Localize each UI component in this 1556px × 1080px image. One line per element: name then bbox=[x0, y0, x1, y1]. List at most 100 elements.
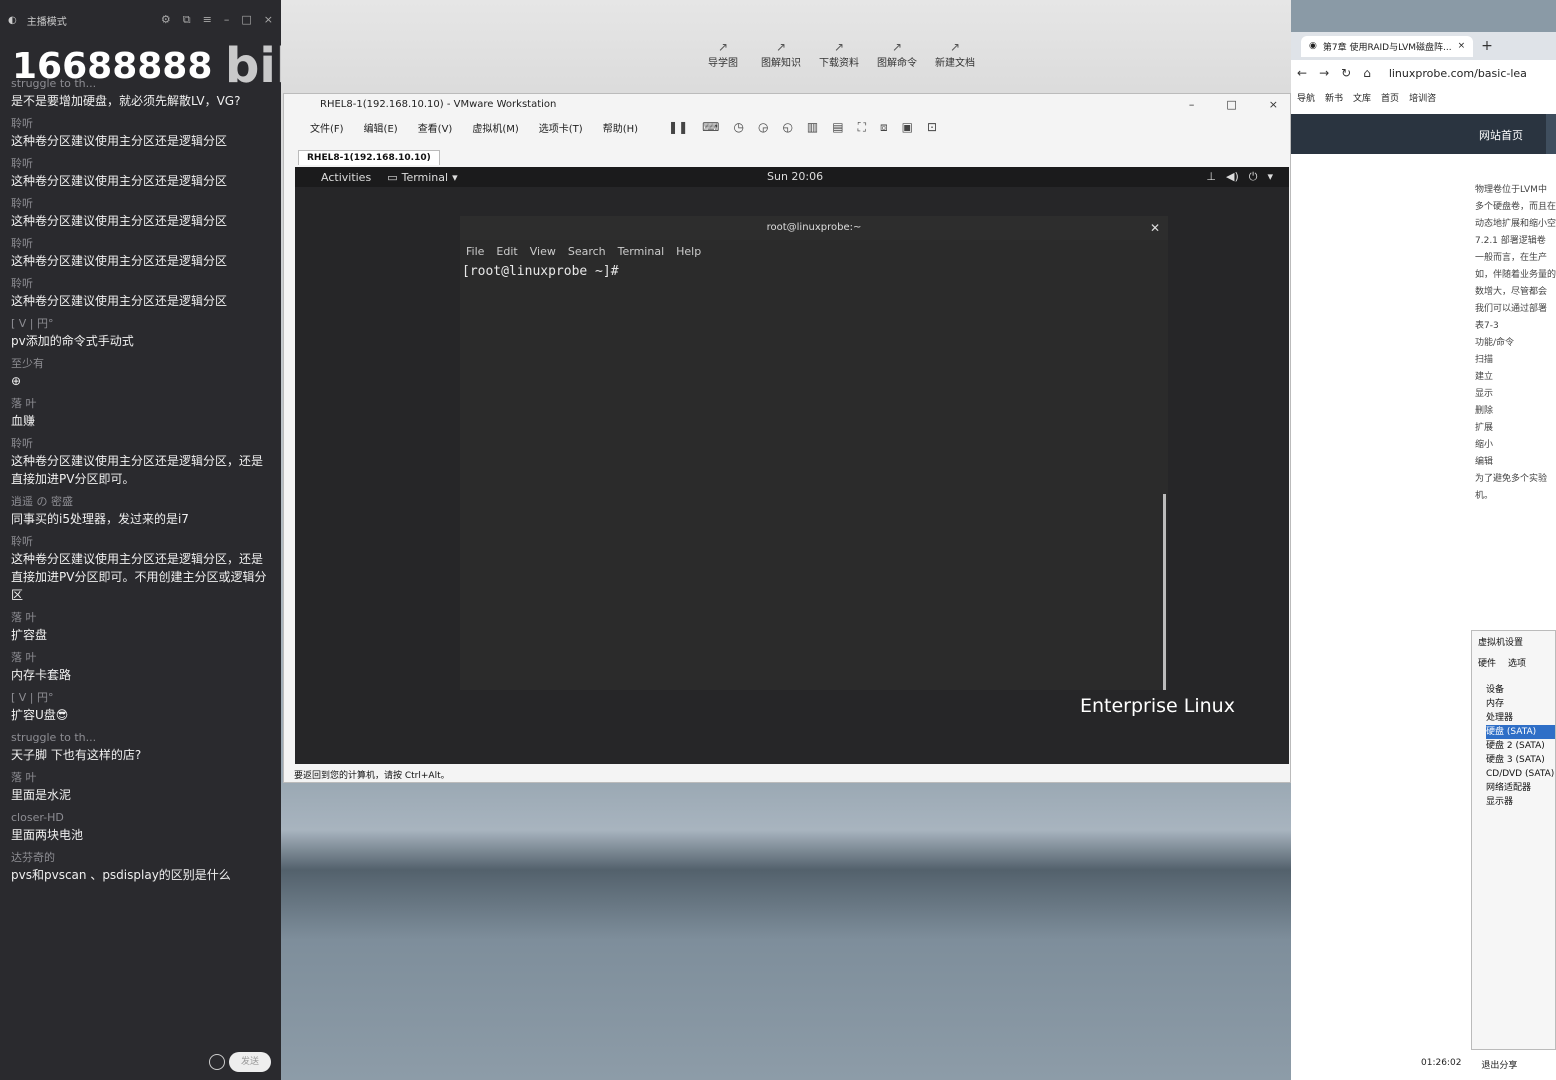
menu-edit[interactable]: 编辑(E) bbox=[364, 120, 398, 135]
chat-username[interactable]: 落 叶 bbox=[11, 770, 273, 786]
menu-tabs[interactable]: 选项卡(T) bbox=[539, 120, 583, 135]
bookmark-item[interactable]: 文库 bbox=[1353, 91, 1371, 104]
desktop-icon[interactable]: ↗ 图解命令 bbox=[875, 40, 919, 69]
snapshot-icon[interactable]: ◷ bbox=[733, 120, 743, 135]
chat-username[interactable]: struggle to th... bbox=[11, 76, 273, 92]
menu-help[interactable]: 帮助(H) bbox=[603, 120, 638, 135]
chat-username[interactable]: [ V | 円° bbox=[11, 316, 273, 332]
article-line: 表7-3 bbox=[1475, 321, 1499, 331]
device-item: CD/DVD (SATA) bbox=[1486, 769, 1555, 779]
bookmark-item[interactable]: 首页 bbox=[1381, 91, 1399, 104]
close-icon[interactable]: × bbox=[1458, 41, 1466, 51]
chat-text: 内存卡套路 bbox=[11, 668, 72, 682]
article-line: 扫描 bbox=[1475, 355, 1494, 365]
device-header: 设备 bbox=[1486, 685, 1505, 695]
address-bar[interactable]: linuxprobe.com/basic-lea bbox=[1389, 67, 1527, 80]
desktop-icon[interactable]: ↗ 新建文档 bbox=[933, 40, 977, 69]
emoji-icon[interactable] bbox=[209, 1054, 225, 1070]
menu-edit[interactable]: Edit bbox=[496, 245, 517, 258]
chat-username[interactable]: 至少有 bbox=[11, 356, 273, 372]
forward-icon[interactable]: → bbox=[1319, 66, 1329, 80]
chat-username[interactable]: 落 叶 bbox=[11, 396, 273, 412]
terminal-scrollbar[interactable] bbox=[1163, 494, 1166, 690]
thumbnail-icon[interactable]: ▤ bbox=[832, 120, 843, 135]
menu-vm[interactable]: 虚拟机(M) bbox=[472, 120, 518, 135]
chat-username[interactable]: 聆听 bbox=[11, 156, 273, 172]
restore-snapshot-icon[interactable]: ◶ bbox=[758, 120, 768, 135]
chat-text: 是不是要增加硬盘，就必须先解散LV，VG? bbox=[11, 94, 241, 108]
menu-file[interactable]: 文件(F) bbox=[310, 120, 344, 135]
library-icon[interactable]: ▥ bbox=[807, 120, 818, 135]
chat-username[interactable]: 聆听 bbox=[11, 196, 273, 212]
menu-view[interactable]: 查看(V) bbox=[418, 120, 453, 135]
minimize-icon[interactable]: – bbox=[1189, 98, 1195, 111]
chat-username[interactable]: 聆听 bbox=[11, 236, 273, 252]
chat-username[interactable]: [ V | 円° bbox=[11, 690, 273, 706]
chat-username[interactable]: 聆听 bbox=[11, 116, 273, 132]
back-icon[interactable]: ← bbox=[1297, 66, 1307, 80]
desktop-icon[interactable]: ↗ 导学图 bbox=[701, 40, 745, 69]
chat-message: [ V | 円° 扩容U盘😎 bbox=[11, 690, 273, 724]
chat-username[interactable]: 落 叶 bbox=[11, 610, 273, 626]
chat-username[interactable]: 聆听 bbox=[11, 534, 273, 550]
clock[interactable]: Sun 20:06 bbox=[767, 170, 823, 183]
menu-file[interactable]: File bbox=[466, 245, 484, 258]
pause-icon[interactable]: ❚❚ bbox=[668, 120, 688, 135]
maximize-icon[interactable]: □ bbox=[1226, 98, 1236, 111]
chat-text: 这种卷分区建议使用主分区还是逻辑分区 bbox=[11, 174, 228, 188]
send-button[interactable]: 发送 bbox=[229, 1052, 271, 1072]
new-tab-icon[interactable]: + bbox=[1481, 38, 1493, 54]
chat-username[interactable]: 逍遥 の 密盛 bbox=[11, 494, 273, 510]
system-tray[interactable]: ⊥ ◀) ⏻ ▾ bbox=[1206, 170, 1273, 184]
exit-share-button[interactable]: 退出分享 bbox=[1481, 1058, 1517, 1071]
article-line: 功能/命令 bbox=[1475, 338, 1515, 348]
terminal-window[interactable]: root@linuxprobe:~ ✕ File Edit View Searc… bbox=[460, 216, 1168, 690]
article-line: 显示 bbox=[1475, 389, 1494, 399]
minimize-icon[interactable]: – bbox=[224, 13, 230, 27]
close-icon[interactable]: × bbox=[1269, 98, 1278, 111]
manage-snapshots-icon[interactable]: ◵ bbox=[782, 120, 792, 135]
shell-prompt[interactable]: [root@linuxprobe ~]# bbox=[460, 264, 1168, 279]
browser-tab[interactable]: ◉ 第7章 使用RAID与LVM磁盘阵... × bbox=[1301, 35, 1474, 57]
chat-username[interactable]: 达芬奇的 bbox=[11, 850, 273, 866]
network-icon: ⊥ bbox=[1206, 170, 1216, 183]
fullscreen-icon[interactable]: ⛶ bbox=[858, 120, 866, 135]
home-icon[interactable]: ⌂ bbox=[1363, 66, 1371, 80]
close-icon[interactable]: ✕ bbox=[1150, 216, 1160, 240]
maximize-icon[interactable]: □ bbox=[241, 13, 251, 27]
vm-tab[interactable]: RHEL8-1(192.168.10.10) bbox=[298, 149, 440, 165]
chat-username[interactable]: 聆听 bbox=[11, 276, 273, 292]
activities-button[interactable]: Activities bbox=[321, 171, 371, 184]
chat-message: closer-HD 里面两块电池 bbox=[11, 810, 273, 844]
chat-message: struggle to th... 是不是要增加硬盘，就必须先解散LV，VG? bbox=[11, 76, 273, 110]
app-menu[interactable]: ▭ Terminal ▾ bbox=[387, 171, 457, 184]
reload-icon[interactable]: ↻ bbox=[1341, 66, 1351, 80]
menu-terminal[interactable]: Terminal bbox=[618, 245, 665, 258]
chat-username[interactable]: closer-HD bbox=[11, 810, 273, 826]
menu-help[interactable]: Help bbox=[676, 245, 701, 258]
menu-view[interactable]: View bbox=[530, 245, 556, 258]
bookmark-item[interactable]: 导航 bbox=[1297, 91, 1315, 104]
console-icon[interactable]: ▣ bbox=[902, 120, 913, 135]
chat-username[interactable]: 落 叶 bbox=[11, 650, 273, 666]
settings-icon[interactable]: ⚙ bbox=[161, 13, 171, 27]
bookmark-item[interactable]: 培训咨 bbox=[1409, 91, 1436, 104]
menu-search[interactable]: Search bbox=[568, 245, 606, 258]
chat-username[interactable]: struggle to th... bbox=[11, 730, 273, 746]
site-home-link[interactable]: 网站首页 bbox=[1479, 127, 1523, 143]
site-nav-next[interactable] bbox=[1546, 114, 1556, 154]
vm-settings-title: 虚拟机设置 bbox=[1478, 638, 1524, 648]
live-chat-panel: ◐ 主播模式 ⚙ ⧉ ≡ – □ × 16688888 bilibili str… bbox=[0, 0, 281, 1080]
desktop-icon[interactable]: ↗ 图解知识 bbox=[759, 40, 803, 69]
close-icon[interactable]: × bbox=[264, 13, 273, 27]
menu-icon[interactable]: ≡ bbox=[203, 13, 212, 27]
stretch-icon[interactable]: ⊡ bbox=[927, 120, 937, 135]
popout-icon[interactable]: ⧉ bbox=[183, 13, 191, 27]
desktop-icon[interactable]: ↗ 下载资料 bbox=[817, 40, 861, 69]
browser-window: ◉ 第7章 使用RAID与LVM磁盘阵... × + ← → ↻ ⌂ linux… bbox=[1291, 32, 1556, 1080]
shortcut-icon: ↗ bbox=[949, 40, 961, 54]
send-keys-icon[interactable]: ⌨ bbox=[702, 120, 719, 135]
chat-username[interactable]: 聆听 bbox=[11, 436, 273, 452]
unity-icon[interactable]: ⧈ bbox=[880, 120, 888, 135]
bookmark-item[interactable]: 新书 bbox=[1325, 91, 1343, 104]
